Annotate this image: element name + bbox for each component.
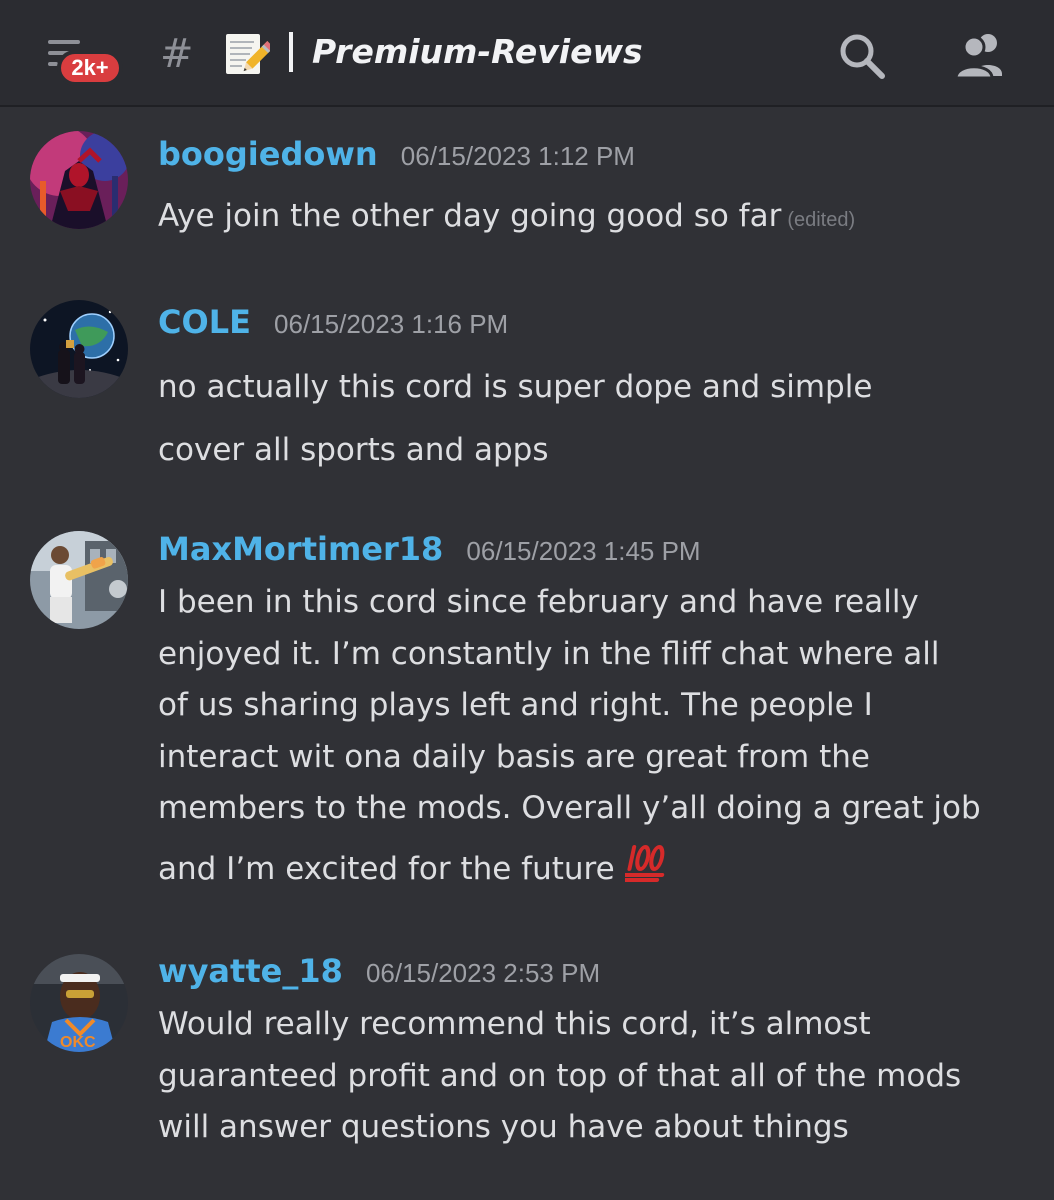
hundred-points-icon (620, 843, 669, 900)
username[interactable]: boogiedown (158, 135, 378, 173)
avatar[interactable] (30, 131, 128, 229)
timestamp: 06/15/2023 2:53 PM (365, 958, 601, 988)
memo-icon (222, 30, 274, 78)
message-line: no actually this cord is super dope and … (158, 369, 873, 405)
timestamp: 06/15/2023 1:45 PM (466, 536, 701, 566)
message-text: Would really recommend this cord, it’s a… (158, 999, 1038, 1154)
username[interactable]: COLE (158, 303, 251, 341)
message-text: I been in this cord since february and h… (158, 577, 1038, 899)
message-text: no actually this cord is super dope and … (158, 356, 1038, 482)
message-line: cover all sports and apps (158, 432, 549, 468)
svg-text:OKC: OKC (60, 1034, 96, 1051)
avatar[interactable]: OKC (30, 954, 128, 1052)
timestamp: 06/15/2023 1:12 PM (400, 141, 635, 171)
channel-title: Premium-Reviews (312, 32, 643, 71)
members-icon[interactable] (952, 30, 1008, 80)
username[interactable]: wyatte_18 (158, 952, 343, 990)
message-line: Would really recommend this cord, it’s a… (158, 1006, 871, 1042)
edited-label: (edited) (787, 209, 856, 231)
message-line: and I’m excited for the future (158, 850, 615, 887)
message-line: of us sharing plays left and right. The … (158, 687, 873, 723)
message-line: guaranteed profit and on top of that all… (158, 1057, 962, 1094)
hash-icon: # (160, 31, 194, 77)
notification-badge[interactable]: 2k+ (57, 50, 123, 86)
username[interactable]: MaxMortimer18 (158, 530, 443, 568)
message-line: Aye join the other day going good so far (158, 198, 782, 234)
search-icon[interactable] (836, 30, 888, 82)
channel-header: 2k+ # Premium-Reviews (0, 0, 1054, 107)
title-divider (289, 32, 293, 72)
avatar[interactable] (30, 531, 128, 629)
message-text: Aye join the other day going good so far… (158, 191, 1038, 247)
message-line: members to the mods. Overall y’all doing… (158, 790, 981, 826)
message-line: I been in this cord since february and h… (158, 584, 919, 620)
message-line: interact wit ona daily basis are great f… (158, 738, 870, 775)
message-line: will answer questions you have about thi… (158, 1109, 849, 1145)
avatar[interactable] (30, 300, 128, 398)
timestamp: 06/15/2023 1:16 PM (274, 309, 509, 339)
message-line: enjoyed it. I’m constantly in the fliff … (158, 635, 940, 672)
